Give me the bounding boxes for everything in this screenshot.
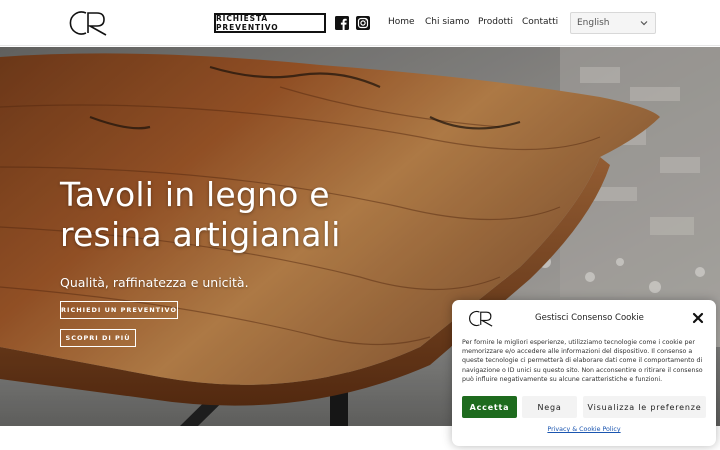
accept-button[interactable]: Accetta xyxy=(462,396,517,418)
hero-title: Tavoli in legno e resina artigianali xyxy=(60,175,400,255)
site-header: CR RICHIESTA PREVENTIVO Home Chi siamo P… xyxy=(0,0,720,46)
nav-home[interactable]: Home xyxy=(388,17,415,27)
language-value: English xyxy=(577,18,610,28)
cookie-title: Gestisci Consenso Cookie xyxy=(535,313,644,323)
instagram-icon[interactable] xyxy=(356,16,370,30)
nav-about[interactable]: Chi siamo xyxy=(425,17,469,27)
cookie-text: Per fornire le migliori esperienze, util… xyxy=(462,339,703,383)
cookie-logo xyxy=(469,311,493,327)
header-quote-button[interactable]: RICHIESTA PREVENTIVO xyxy=(214,13,326,33)
deny-button[interactable]: Nega xyxy=(522,396,577,418)
cookie-consent-banner: Gestisci Consenso Cookie Per fornire le … xyxy=(452,300,716,446)
site-logo[interactable]: CR xyxy=(68,8,112,38)
hero-title-line-2: resina artigianali xyxy=(60,215,341,254)
facebook-icon[interactable] xyxy=(335,16,349,30)
hero-quote-button[interactable]: RICHIEDI UN PREVENTIVO xyxy=(60,301,178,319)
logo-text: CR xyxy=(68,8,70,9)
chevron-down-icon xyxy=(640,21,648,26)
preferences-button[interactable]: Visualizza le preferenze xyxy=(583,396,706,418)
hero-subtitle: Qualità, raffinatezza e unicità. xyxy=(60,275,249,290)
privacy-policy-link[interactable]: Privacy & Cookie Policy xyxy=(452,426,716,433)
nav-products[interactable]: Prodotti xyxy=(478,17,513,27)
hero-title-line-1: Tavoli in legno e xyxy=(60,175,330,214)
close-icon[interactable] xyxy=(692,312,704,324)
language-select[interactable]: English xyxy=(570,12,656,34)
hero-discover-button[interactable]: SCOPRI DI PIÙ xyxy=(60,329,136,347)
nav-contacts[interactable]: Contatti xyxy=(522,17,558,27)
